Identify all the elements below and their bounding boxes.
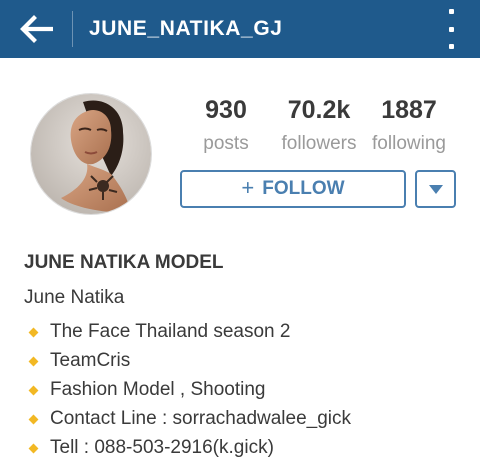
following-label: following bbox=[372, 133, 446, 154]
diamond-bullet-icon bbox=[28, 414, 39, 424]
bio-name-line: June Natika bbox=[24, 287, 125, 308]
diamond-bullet-icon bbox=[28, 443, 39, 453]
followers-stat[interactable]: 70.2k followers bbox=[274, 93, 364, 161]
followers-count: 70.2k bbox=[287, 96, 351, 124]
posts-count: 930 bbox=[205, 96, 247, 124]
posts-label: posts bbox=[203, 133, 249, 154]
bio-item: Contact Line : sorrachadwalee_gick bbox=[28, 404, 351, 433]
avatar-photo bbox=[31, 94, 151, 214]
bio-item: TeamCris bbox=[28, 346, 351, 375]
plus-icon: + bbox=[241, 175, 255, 200]
bio-item: Fashion Model , Shooting bbox=[28, 375, 351, 404]
bio-item: Tell : 088-503-2916(k.gick) bbox=[28, 433, 351, 462]
app-header: JUNE_NATIKA_GJ bbox=[0, 0, 480, 58]
posts-stat[interactable]: 930 posts bbox=[191, 93, 261, 161]
suggestions-dropdown-button[interactable] bbox=[415, 170, 456, 208]
diamond-bullet-icon bbox=[28, 327, 39, 337]
back-button[interactable] bbox=[0, 0, 72, 58]
profile-username: JUNE_NATIKA_GJ bbox=[89, 17, 283, 40]
following-count: 1887 bbox=[381, 96, 437, 124]
follow-label: FOLLOW bbox=[262, 178, 345, 199]
arrow-left-icon bbox=[20, 15, 53, 43]
diamond-bullet-icon bbox=[28, 356, 39, 366]
header-divider bbox=[72, 11, 73, 47]
caret-down-icon bbox=[428, 184, 443, 194]
more-options-button[interactable] bbox=[440, 9, 462, 49]
profile-avatar[interactable] bbox=[30, 93, 152, 215]
profile-full-name: JUNE NATIKA MODEL bbox=[24, 252, 224, 273]
following-stat[interactable]: 1887 following bbox=[365, 93, 453, 161]
follow-button[interactable]: + FOLLOW bbox=[180, 170, 406, 208]
bio-item: The Face Thailand season 2 bbox=[28, 317, 351, 346]
more-vertical-icon bbox=[448, 9, 454, 14]
diamond-bullet-icon bbox=[28, 385, 39, 395]
bio-list: The Face Thailand season 2 TeamCris Fash… bbox=[28, 317, 351, 462]
followers-label: followers bbox=[281, 133, 357, 154]
